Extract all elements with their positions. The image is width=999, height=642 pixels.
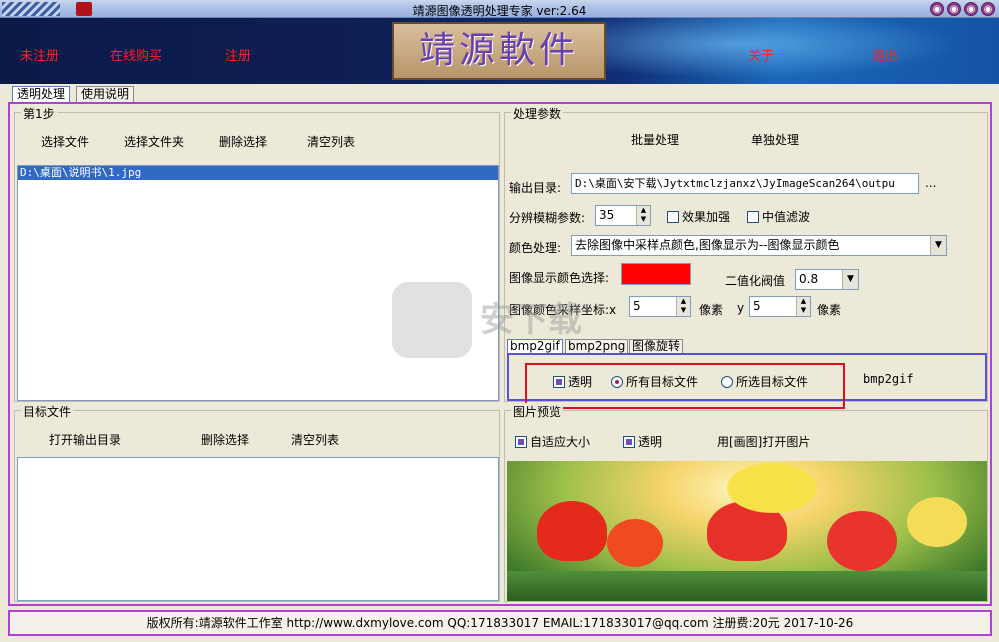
watermark-bag-icon [392,282,472,358]
delete-selection-button[interactable]: 删除选择 [219,133,267,150]
flower-shape [827,511,897,571]
open-output-dir-button[interactable]: 打开输出目录 [49,431,121,448]
preview-legend: 图片预览 [511,403,564,420]
spinner-arrows-icon[interactable]: ▲ ▼ [636,206,650,225]
sample-x-spinner[interactable]: 5 ▲ ▼ [629,296,691,317]
single-process-button[interactable]: 单独处理 [751,131,799,148]
enhance-checkbox[interactable]: 效果加强 [667,208,730,225]
display-color-swatch[interactable] [621,263,691,285]
flower-shape [607,519,663,567]
title-bar: 靖源图像透明处理专家 ver:2.64 ◉ ◉ ◉ ◉ [0,0,999,18]
target-legend: 目标文件 [21,403,74,420]
maximize-button[interactable]: ◉ [964,2,978,16]
watermark-text: 安下载 [480,300,582,340]
output-dir-label: 输出目录: [509,181,562,195]
grass-shape [507,571,987,601]
flower-shape [727,463,817,513]
target-clear-list-button[interactable]: 清空列表 [291,431,339,448]
sample-y-value: 5 [753,299,761,313]
unregistered-link[interactable]: 未注册 [20,45,59,64]
auto-fit-checkbox[interactable]: 自适应大小 [515,433,590,450]
color-process-value: 去除图像中采样点颜色,图像显示为--图像显示颜色 [575,238,840,252]
chevron-down-icon[interactable]: ▼ [842,270,858,289]
checkbox-checked-icon [623,435,635,448]
blur-param-label: 分辨模糊参数: [509,211,586,225]
header-banner: 未注册 在线购买 注册 靖源軟件 关于 退出 [0,18,999,84]
enhance-label: 效果加强 [682,210,731,224]
open-in-paint-button[interactable]: 用[画图]打开图片 [717,433,810,450]
blur-param-spinner[interactable]: 35 ▲ ▼ [595,205,651,226]
threshold-label: 二值化阀值 [725,274,786,288]
window-title: 靖源图像透明处理专家 ver:2.64 [412,4,587,18]
flower-shape [907,497,967,547]
auto-fit-label: 自适应大小 [530,435,591,449]
target-file-list[interactable] [17,457,499,601]
flower-shape [537,501,607,561]
checkbox-box-icon [667,210,679,223]
buy-online-link[interactable]: 在线购买 [110,45,162,64]
sample-x-value: 5 [633,299,641,313]
target-files-group: 目标文件 打开输出目录 删除选择 清空列表 [14,403,500,602]
window-controls: ◉ ◉ ◉ ◉ [930,2,995,16]
chevron-down-icon[interactable]: ▼ [930,236,946,255]
blur-param-value: 35 [599,208,615,222]
preview-group: 图片预览 自适应大小 透明 用[画图]打开图片 [504,403,988,602]
exit-link[interactable]: 退出 [872,45,898,64]
clear-list-button[interactable]: 清空列表 [307,133,355,150]
highlight-box [525,363,845,409]
threshold-value: 0.8 [799,272,819,286]
about-link[interactable]: 关于 [748,45,774,64]
sample-y-label: y [737,301,745,315]
sample-y-spinner[interactable]: 5 ▲ ▼ [749,296,811,317]
tab-bmp2png[interactable]: bmp2png [565,339,629,354]
batch-process-button[interactable]: 批量处理 [631,131,679,148]
color-process-label: 颜色处理: [509,241,562,255]
median-filter-checkbox[interactable]: 中值滤波 [747,208,810,225]
step1-group: 第1步 选择文件 选择文件夹 删除选择 清空列表 D:\桌面\说明书\1.jpg [14,105,500,402]
main-panel: 第1步 选择文件 选择文件夹 删除选择 清空列表 D:\桌面\说明书\1.jpg… [8,102,992,606]
checkbox-box-icon [747,210,759,223]
tab-image-rotate[interactable]: 图像旋转 [629,339,684,354]
preview-image [507,461,987,601]
pixel-unit-label-2: 像素 [817,303,842,317]
banner-glow [560,18,999,84]
bmp2gif-title: bmp2gif [863,372,914,386]
target-delete-selection-button[interactable]: 删除选择 [201,431,249,448]
preview-transparent-label: 透明 [638,435,663,449]
output-dir-field[interactable]: D:\桌面\安下载\Jytxtmclzjanxz\JyImageScan264\… [571,173,919,194]
tab-usage-guide[interactable]: 使用说明 [76,86,135,103]
tab-transparent-process[interactable]: 透明处理 [12,86,71,103]
select-folder-button[interactable]: 选择文件夹 [124,133,184,150]
tab-bmp2gif[interactable]: bmp2gif [507,339,563,354]
spinner-arrows-icon[interactable]: ▲ ▼ [676,297,690,316]
brand-logo: 靖源軟件 [392,22,606,80]
preview-transparent-checkbox[interactable]: 透明 [623,433,662,450]
step1-legend: 第1步 [21,105,57,122]
status-bar: 版权所有:靖源软件工作室 http://www.dxmylove.com QQ:… [8,610,992,636]
minimize-button[interactable]: ◉ [947,2,961,16]
select-file-button[interactable]: 选择文件 [41,133,89,150]
register-link[interactable]: 注册 [225,45,251,64]
display-color-label: 图像显示颜色选择: [509,271,610,285]
list-item[interactable]: D:\桌面\说明书\1.jpg [18,166,498,180]
checkbox-checked-icon [515,435,527,448]
params-group: 处理参数 批量处理 单独处理 输出目录: D:\桌面\安下载\Jytxtmclz… [504,105,988,409]
pixel-unit-label: 像素 [699,303,724,317]
help-button[interactable]: ◉ [930,2,944,16]
threshold-select[interactable]: 0.8 ▼ [795,269,859,290]
close-button[interactable]: ◉ [981,2,995,16]
params-legend: 处理参数 [511,105,564,122]
median-filter-label: 中值滤波 [762,210,811,224]
spinner-arrows-icon[interactable]: ▲ ▼ [796,297,810,316]
browse-button[interactable]: ... [925,176,936,190]
color-process-select[interactable]: 去除图像中采样点颜色,图像显示为--图像显示颜色 ▼ [571,235,947,256]
